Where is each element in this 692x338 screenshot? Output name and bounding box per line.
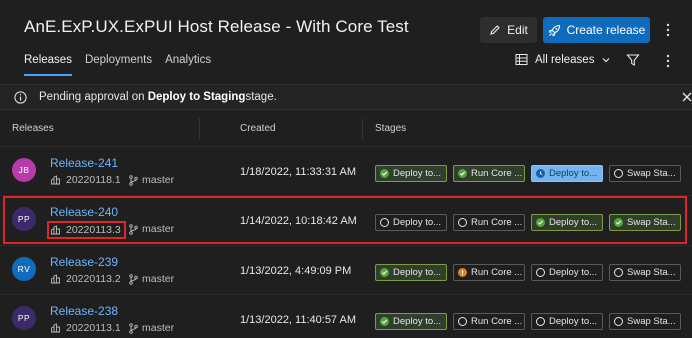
close-icon[interactable] xyxy=(681,91,692,103)
build-number: 20220113.1 xyxy=(50,322,121,334)
branch-icon xyxy=(129,322,138,334)
banner-stage[interactable]: Deploy to Staging xyxy=(148,91,246,103)
branch: master xyxy=(129,174,174,186)
empty-circle-icon xyxy=(614,169,623,178)
stage-pill[interactable]: Run Core ... xyxy=(453,264,525,281)
tab-bar: Releases Deployments Analytics xyxy=(24,54,211,76)
warning-icon xyxy=(458,268,467,277)
created-date: 1/13/2022, 4:49:09 PM xyxy=(240,265,352,277)
branch-icon xyxy=(129,174,138,186)
rocket-icon xyxy=(548,24,560,36)
created-date: 1/13/2022, 11:40:57 AM xyxy=(240,314,356,326)
stage-pill[interactable]: Deploy to... xyxy=(375,264,447,281)
release-name-link[interactable]: Release-239 xyxy=(50,255,118,269)
page-title: AnE.ExP.UX.ExPUI Host Release - With Cor… xyxy=(24,17,409,36)
create-release-label: Create release xyxy=(566,23,646,37)
empty-circle-icon xyxy=(536,317,545,326)
build-number: 20220113.2 xyxy=(50,273,121,285)
stage-pill[interactable]: Swap Sta... xyxy=(609,313,681,330)
empty-circle-icon xyxy=(614,317,623,326)
column-divider[interactable] xyxy=(362,118,363,140)
column-header-stages[interactable]: Stages xyxy=(375,123,406,134)
created-date: 1/18/2022, 11:33:31 AM xyxy=(240,166,356,178)
clock-icon xyxy=(536,169,545,178)
stage-label: Deploy to... xyxy=(393,168,442,179)
stage-label: Run Core ... xyxy=(471,316,523,327)
build-number-text: 20220113.1 xyxy=(66,322,121,334)
stage-pill[interactable]: Deploy to... xyxy=(375,165,447,182)
pending-approval-banner: Pending approval on Deploy to Staging st… xyxy=(0,84,692,110)
stage-pill[interactable]: Run Core ... xyxy=(453,165,525,182)
stage-label: Deploy to... xyxy=(549,267,598,278)
check-circle-icon xyxy=(380,317,389,326)
branch-icon xyxy=(129,273,138,285)
view-selector[interactable]: All releases xyxy=(515,53,611,66)
release-name-link[interactable]: Release-238 xyxy=(50,304,118,318)
branch: master xyxy=(129,322,174,334)
edit-label: Edit xyxy=(507,23,528,37)
column-header-created[interactable]: Created xyxy=(240,123,276,134)
tab-deployments[interactable]: Deployments xyxy=(85,54,152,76)
build-number: 20220118.1 xyxy=(50,174,121,186)
empty-circle-icon xyxy=(458,317,467,326)
view-selector-label: All releases xyxy=(535,53,595,66)
column-divider[interactable] xyxy=(199,118,200,140)
branch-name: master xyxy=(142,174,175,186)
release-row[interactable]: JB Release-241 20220118.1 master 1/18/2022, … xyxy=(0,147,692,195)
stage-pill[interactable]: Swap Sta... xyxy=(609,165,681,182)
empty-circle-icon xyxy=(536,268,545,277)
edit-button[interactable]: Edit xyxy=(480,17,537,43)
empty-circle-icon xyxy=(614,268,623,277)
stage-pill[interactable]: Deploy to... xyxy=(375,313,447,330)
stage-label: Deploy to... xyxy=(393,267,442,278)
check-circle-icon xyxy=(380,169,389,178)
stage-pill[interactable]: Deploy to... xyxy=(531,264,603,281)
build-number-text: 20220118.1 xyxy=(66,174,121,186)
branch: master xyxy=(129,273,174,285)
stage-pill[interactable]: Swap Sta... xyxy=(609,264,681,281)
release-row[interactable]: PP Release-238 20220113.1 master 1/13/2022, … xyxy=(0,295,692,338)
stage-label: Deploy to... xyxy=(549,316,598,327)
release-row[interactable]: RV Release-239 20220113.2 master 1/13/2022, … xyxy=(0,246,692,294)
stage-pill[interactable]: Deploy to... xyxy=(531,165,603,182)
avatar: JB xyxy=(12,158,36,182)
avatar: PP xyxy=(12,306,36,330)
stage-label: Swap Sta... xyxy=(627,316,676,327)
filter-icon[interactable] xyxy=(626,53,642,69)
stage-label: Deploy to... xyxy=(393,316,442,327)
stage-pill[interactable]: Run Core ... xyxy=(453,313,525,330)
more-options-icon[interactable] xyxy=(661,52,675,70)
chevron-down-icon xyxy=(603,57,610,62)
stage-label: Swap Sta... xyxy=(627,168,676,179)
branch-name: master xyxy=(142,273,175,285)
check-circle-icon xyxy=(380,268,389,277)
selected-row-highlight xyxy=(3,196,687,244)
stage-label: Run Core ... xyxy=(471,267,523,278)
stage-label: Run Core ... xyxy=(471,168,523,179)
avatar: RV xyxy=(12,257,36,281)
more-actions-icon[interactable] xyxy=(661,18,675,42)
column-header-releases[interactable]: Releases xyxy=(12,123,54,134)
build-icon xyxy=(50,175,61,185)
info-icon xyxy=(14,90,27,104)
tab-releases[interactable]: Releases xyxy=(24,54,72,76)
tab-analytics[interactable]: Analytics xyxy=(165,54,211,76)
banner-suffix: stage. xyxy=(245,91,277,103)
create-release-button[interactable]: Create release xyxy=(543,17,650,43)
stage-pill[interactable]: Deploy to... xyxy=(531,313,603,330)
banner-prefix: Pending approval on xyxy=(39,91,145,103)
build-number-text: 20220113.2 xyxy=(66,273,121,285)
branch-name: master xyxy=(142,322,175,334)
table-icon xyxy=(515,54,528,65)
stage-label: Deploy to... xyxy=(549,168,598,179)
pencil-icon xyxy=(490,25,500,35)
release-name-link[interactable]: Release-241 xyxy=(50,156,118,170)
build-icon xyxy=(50,274,61,284)
stage-label: Swap Sta... xyxy=(627,267,676,278)
build-icon xyxy=(50,323,61,333)
check-circle-icon xyxy=(458,169,467,178)
